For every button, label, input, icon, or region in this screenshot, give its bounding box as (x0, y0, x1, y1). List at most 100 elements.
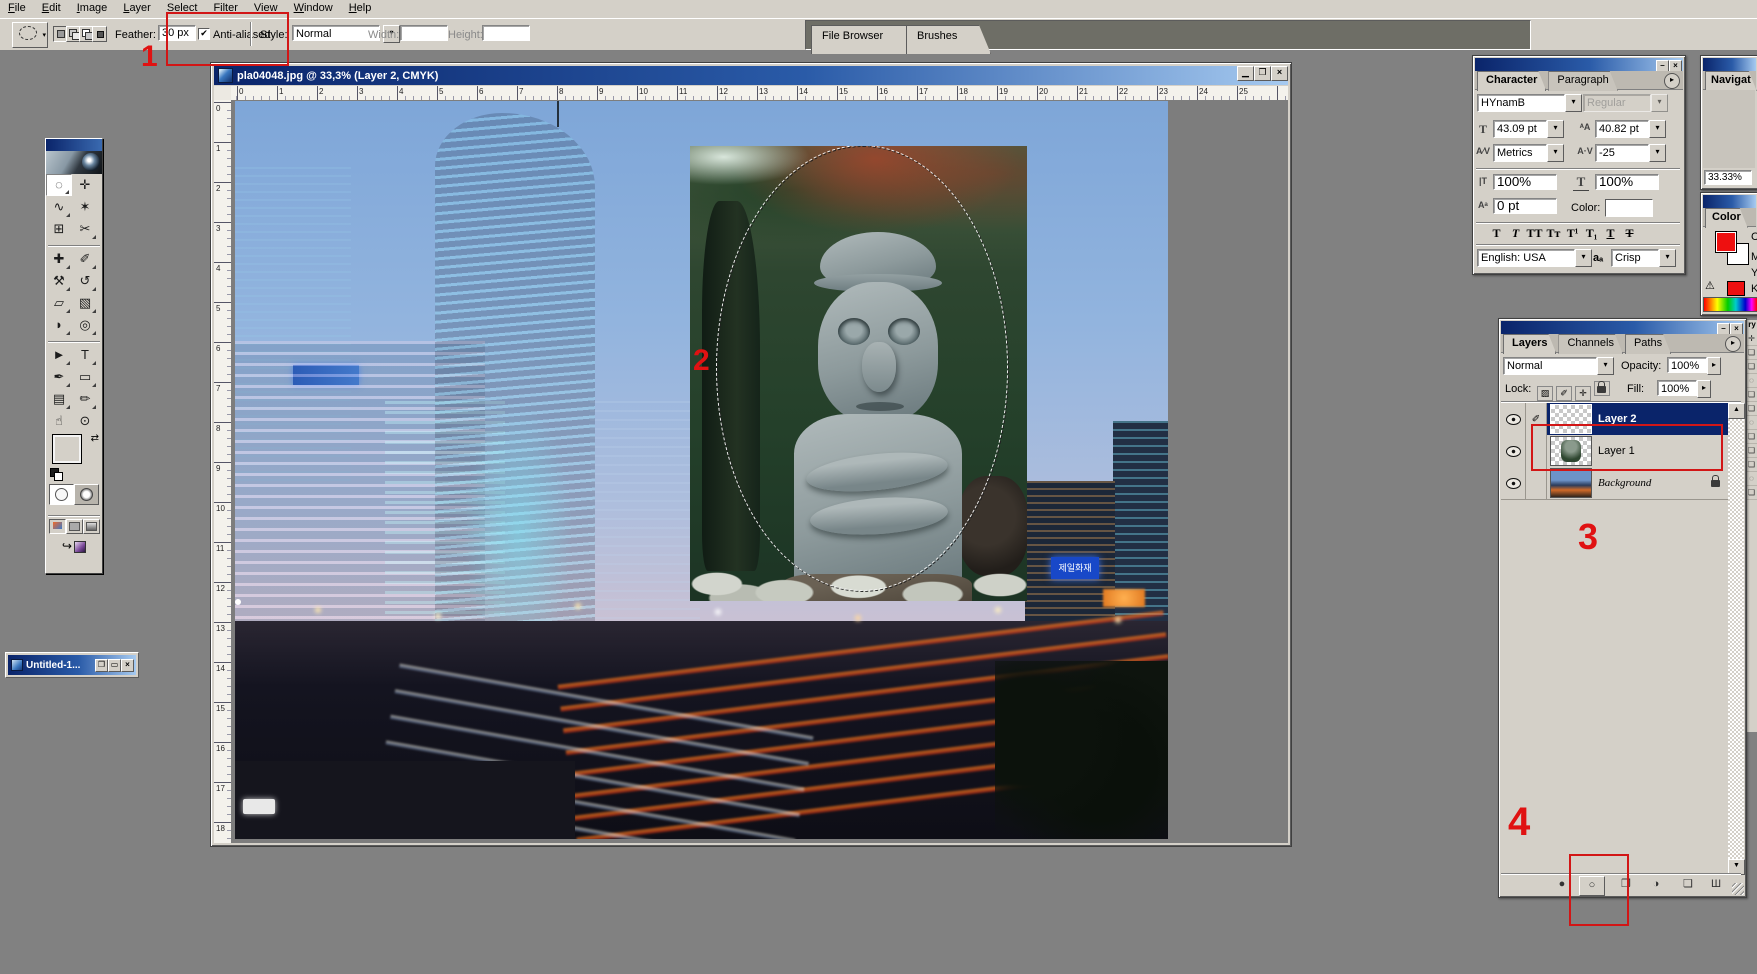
shape-tool[interactable]: ▭ (72, 366, 98, 388)
visibility-cell[interactable] (1501, 403, 1526, 435)
fullscreen-with-menu-button[interactable] (66, 519, 83, 534)
fill-slider-button[interactable]: ▸ (1697, 380, 1711, 398)
ruler-origin-corner[interactable] (214, 86, 232, 101)
faux-style-button-7[interactable]: Ŧ (1620, 226, 1639, 241)
lasso-tool[interactable]: ∿ (46, 196, 72, 218)
panel-title-bar[interactable] (1475, 58, 1683, 71)
standard-screen-mode-button[interactable] (49, 519, 66, 534)
maximize-button[interactable]: ▭ (108, 659, 121, 672)
hand-tool[interactable]: ☝ (46, 410, 72, 432)
scroll-up-button[interactable]: ▲ (1728, 403, 1745, 419)
palette-strip-button-11[interactable]: ❏ (1746, 486, 1757, 500)
pasted-statue-layer[interactable] (690, 146, 1027, 601)
current-tool-button[interactable]: ▾ (12, 22, 48, 48)
standard-mode-button[interactable] (49, 484, 74, 505)
tracking-dropdown[interactable]: -25▾ (1595, 144, 1666, 162)
chevron-down-icon[interactable]: ▾ (1597, 357, 1614, 375)
close-button[interactable]: × (121, 659, 134, 672)
crop-tool[interactable]: ⊞ (46, 218, 72, 240)
zoom-tool[interactable]: ⊙ (72, 410, 98, 432)
magic-wand-tool[interactable]: ✶ (72, 196, 98, 218)
navigator-zoom-input[interactable] (1704, 170, 1752, 185)
chevron-down-icon[interactable]: ▾ (1547, 144, 1564, 162)
slice-tool[interactable]: ✂ (72, 218, 98, 240)
minimize-button[interactable]: ▁ (1237, 66, 1254, 81)
color-ramp[interactable] (1703, 297, 1757, 312)
chevron-down-icon[interactable]: ▾ (1575, 249, 1592, 267)
lock-position-icon[interactable]: ✛ (1575, 386, 1591, 401)
toolbox-title-bar[interactable] (46, 139, 102, 151)
gradient-tool[interactable]: ▧ (72, 292, 98, 314)
font-size-dropdown[interactable]: 43.09 pt▾ (1493, 120, 1564, 138)
panel-title-bar[interactable] (1501, 321, 1744, 334)
new-fill-adjustment-layer-button[interactable]: ◑ (1645, 876, 1667, 894)
tab-paths[interactable]: Paths (1625, 334, 1671, 354)
create-new-layer-button[interactable]: ❏ (1677, 876, 1699, 894)
faux-style-button-3[interactable]: Tᴛ (1544, 226, 1563, 241)
close-button[interactable]: × (1271, 66, 1288, 81)
menu-window[interactable]: Window (286, 0, 341, 16)
palette-strip-button-5[interactable]: ❏ (1746, 402, 1757, 416)
tab-navigator[interactable]: Navigat (1705, 71, 1757, 91)
panel-menu-button[interactable]: ▸ (1725, 336, 1741, 352)
palette-strip-button-0[interactable]: ✛ (1746, 332, 1757, 346)
layers-scrollbar[interactable] (1728, 403, 1744, 875)
gamut-warning-icon[interactable]: ⚠ (1705, 279, 1715, 292)
menu-file[interactable]: File (0, 0, 34, 16)
font-family-dropdown[interactable]: HYnamB▾ (1477, 94, 1582, 112)
vertical-scale-input[interactable] (1493, 174, 1557, 190)
palette-strip-button-6[interactable]: ◌ (1746, 416, 1757, 430)
fill-input[interactable]: 100% (1657, 380, 1697, 396)
blur-tool[interactable]: ◗ (46, 314, 72, 336)
anti-alias-dropdown[interactable]: Crisp▾ (1611, 249, 1676, 267)
panel-title-bar[interactable] (1703, 195, 1756, 208)
delete-layer-button[interactable]: Ш (1705, 876, 1727, 894)
palette-strip-button-7[interactable]: ❏ (1746, 430, 1757, 444)
height-input[interactable] (482, 25, 530, 41)
quick-mask-mode-button[interactable] (74, 484, 99, 505)
default-colors-icon[interactable] (50, 468, 64, 480)
baseline-shift-input[interactable] (1493, 198, 1557, 214)
menu-edit[interactable]: Edit (34, 0, 69, 16)
document-title-bar[interactable]: pla04048.jpg @ 33,3% (Layer 2, CMYK) (214, 66, 1288, 85)
elliptical-marquee-tool[interactable]: ◌ (46, 174, 72, 196)
tab-file-browser[interactable]: File Browser (811, 25, 921, 54)
chevron-down-icon[interactable]: ▾ (1649, 120, 1666, 138)
palette-strip-button-3[interactable]: ◌ (1746, 374, 1757, 388)
pen-tool[interactable]: ✒ (46, 366, 72, 388)
fullscreen-mode-button[interactable] (83, 519, 100, 534)
tab-paragraph[interactable]: Paragraph (1548, 71, 1617, 91)
swap-colors-icon[interactable]: ⇄ (91, 433, 99, 444)
palette-strip-button-8[interactable]: ❏ (1746, 444, 1757, 458)
palette-strip-button-9[interactable]: ❏ (1746, 458, 1757, 472)
palette-strip-button-1[interactable]: ❏ (1746, 346, 1757, 360)
tab-layers[interactable]: Layers (1503, 334, 1556, 354)
tab-character[interactable]: Character (1477, 71, 1546, 91)
lock-all-icon[interactable] (1594, 381, 1610, 396)
brush-tool[interactable]: ✐ (72, 248, 98, 270)
navigator-preview[interactable] (1703, 90, 1755, 168)
kerning-dropdown[interactable]: Metrics▾ (1493, 144, 1564, 162)
faux-style-button-2[interactable]: TT (1525, 226, 1544, 241)
panel-resize-grip[interactable] (1732, 883, 1744, 895)
leading-dropdown[interactable]: 40.82 pt▾ (1595, 120, 1666, 138)
eraser-tool[interactable]: ▱ (46, 292, 72, 314)
width-input[interactable] (400, 25, 448, 41)
canvas-area[interactable]: 제일화재 (231, 100, 1288, 843)
panel-menu-button[interactable]: ▸ (1664, 73, 1680, 89)
type-tool[interactable]: T (72, 344, 98, 366)
maximize-button[interactable]: ❐ (1254, 66, 1271, 81)
palette-strip-button-10[interactable]: ◌ (1746, 472, 1757, 486)
faux-style-button-1[interactable]: T (1506, 226, 1525, 241)
font-style-dropdown[interactable]: Regular▾ (1583, 94, 1668, 112)
chevron-down-icon[interactable]: ▾ (1649, 144, 1666, 162)
faux-style-button-4[interactable]: T¹ (1563, 226, 1582, 241)
chevron-down-icon[interactable]: ▾ (1565, 94, 1582, 112)
link-cell[interactable] (1526, 467, 1547, 499)
jump-to-imageready-button[interactable]: ↪ (62, 539, 86, 553)
foreground-color-swatch[interactable] (1715, 231, 1737, 253)
gamut-color-chip[interactable] (1727, 281, 1745, 296)
lock-transparency-icon[interactable]: ▨ (1537, 386, 1553, 401)
move-tool[interactable]: ✛ (72, 174, 98, 196)
tab-color[interactable]: Color (1705, 208, 1748, 228)
